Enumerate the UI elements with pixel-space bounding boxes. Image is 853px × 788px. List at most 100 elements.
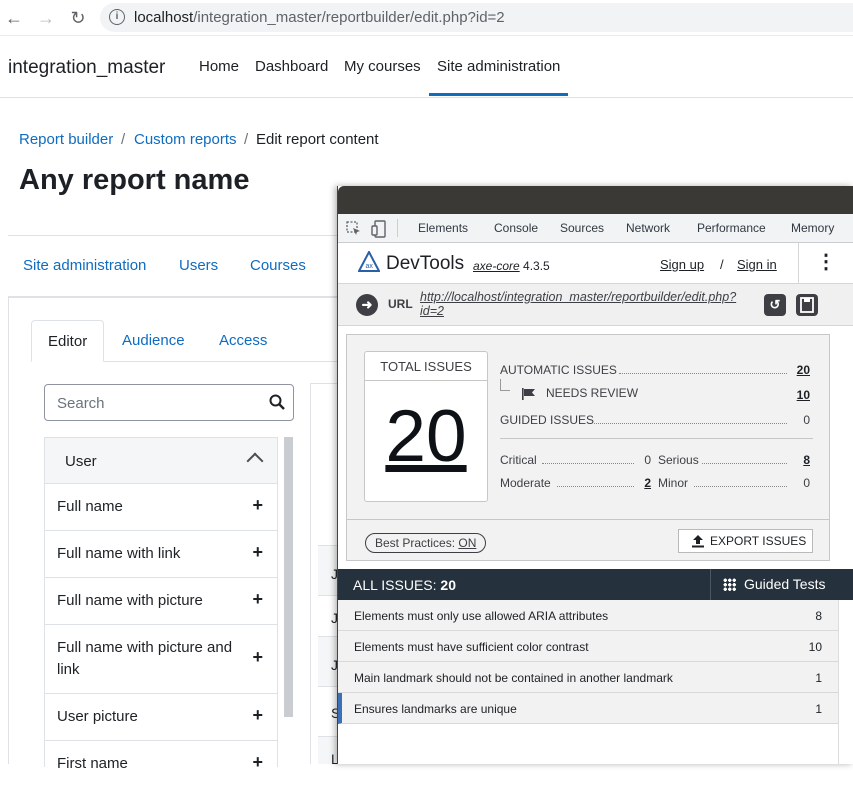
- plus-icon[interactable]: +: [252, 705, 263, 726]
- address-bar[interactable]: i localhost/integration_master/reportbui…: [100, 3, 853, 32]
- device-toolbar-icon[interactable]: [371, 220, 387, 238]
- save-icon[interactable]: [796, 294, 818, 316]
- total-issues-count[interactable]: 20: [365, 397, 487, 477]
- total-issues-box: TOTAL ISSUES 20: [364, 351, 488, 502]
- list-item[interactable]: User picture +: [45, 694, 277, 741]
- nav-home[interactable]: Home: [199, 58, 239, 75]
- devtab-sources[interactable]: Sources: [560, 221, 604, 235]
- devtab-performance[interactable]: Performance: [697, 221, 766, 235]
- search-placeholder: Search: [57, 395, 105, 412]
- list-item[interactable]: First name +: [45, 741, 277, 788]
- plus-icon[interactable]: +: [252, 589, 263, 610]
- guided-tests-button[interactable]: Guided Tests: [710, 569, 853, 600]
- sign-in-link[interactable]: Sign in: [737, 257, 777, 272]
- axe-engine[interactable]: axe-core: [473, 259, 520, 273]
- issue-row[interactable]: Elements must have sufficient color cont…: [338, 631, 838, 662]
- plus-icon[interactable]: +: [252, 542, 263, 563]
- needs-review-label: NEEDS REVIEW: [546, 386, 639, 400]
- breadcrumb-custom-reports[interactable]: Custom reports: [134, 131, 237, 148]
- group-header-user[interactable]: User: [45, 438, 277, 484]
- search-icon[interactable]: [269, 394, 285, 410]
- breadcrumb-separator: /: [244, 131, 249, 148]
- plus-icon[interactable]: +: [252, 752, 263, 773]
- devtab-console[interactable]: Console: [494, 221, 538, 235]
- export-issues-button[interactable]: EXPORT ISSUES: [678, 529, 813, 553]
- site-brand[interactable]: integration_master: [8, 57, 165, 79]
- serious-label: Serious: [658, 453, 699, 467]
- list-scrollbar[interactable]: [284, 437, 293, 717]
- scanned-url-link[interactable]: http://localhost/integration_master/repo…: [420, 290, 760, 318]
- secnav-users[interactable]: Users: [179, 257, 218, 274]
- report-cell: L: [318, 736, 339, 767]
- list-item[interactable]: Full name with link +: [45, 531, 277, 578]
- list-item[interactable]: Full name with picture and link +: [45, 625, 277, 694]
- kebab-icon: ⋮: [816, 251, 836, 273]
- issues-summary: TOTAL ISSUES 20 AUTOMATIC ISSUES 20 NEED…: [346, 334, 830, 561]
- tree-connector: [500, 379, 510, 391]
- moderate-count[interactable]: 2: [631, 476, 651, 490]
- back-arrow-icon[interactable]: ←: [2, 6, 26, 30]
- axe-version: 4.3.5: [523, 259, 550, 273]
- secnav-courses[interactable]: Courses: [250, 257, 306, 274]
- grid-icon: [723, 578, 736, 591]
- issue-name: Ensures landmarks are unique: [354, 702, 517, 716]
- issue-name: Main landmark should not be contained in…: [354, 671, 673, 685]
- secnav-site-administration[interactable]: Site administration: [23, 257, 146, 274]
- devtab-network[interactable]: Network: [626, 221, 670, 235]
- axe-logo-icon: ax: [358, 251, 380, 272]
- more-menu-button[interactable]: ⋮: [798, 243, 853, 284]
- breadcrumb-separator: /: [121, 131, 126, 148]
- rescan-icon[interactable]: ↺: [764, 294, 786, 316]
- best-practices-toggle[interactable]: Best Practices: ON: [365, 533, 487, 553]
- breadcrumb-report-builder[interactable]: Report builder: [19, 131, 113, 148]
- issue-row-selected[interactable]: Ensures landmarks are unique 1: [338, 693, 838, 724]
- nav-dashboard[interactable]: Dashboard: [255, 58, 328, 75]
- tab-access[interactable]: Access: [203, 320, 283, 362]
- chevron-up-icon[interactable]: [246, 452, 264, 470]
- needs-review-count[interactable]: 10: [790, 388, 810, 402]
- list-item[interactable]: Full name +: [45, 484, 277, 531]
- sign-up-link[interactable]: Sign up: [660, 257, 704, 272]
- item-label: Full name with picture and link: [57, 639, 233, 678]
- page-title: Any report name: [19, 164, 250, 196]
- serious-count[interactable]: 8: [790, 453, 810, 467]
- report-cell: J: [318, 595, 338, 636]
- issue-row[interactable]: Main landmark should not be contained in…: [338, 662, 838, 693]
- issue-count: 8: [815, 609, 822, 623]
- url-host: localhost: [134, 9, 194, 26]
- axe-title: DevTools: [386, 253, 465, 274]
- search-input[interactable]: Search: [44, 384, 294, 421]
- leader-dots: [557, 477, 634, 487]
- list-item[interactable]: Full name with picture +: [45, 578, 277, 625]
- flag-icon: [522, 388, 535, 400]
- devtab-elements[interactable]: Elements: [418, 221, 468, 235]
- reload-icon[interactable]: ↻: [66, 6, 90, 30]
- item-label: Full name: [57, 498, 123, 515]
- plus-icon[interactable]: +: [252, 495, 263, 516]
- best-practices-label: Best Practices:: [375, 536, 456, 550]
- item-label: Full name with picture: [57, 592, 203, 609]
- devtools-titlebar[interactable]: [338, 186, 853, 214]
- plus-icon[interactable]: +: [252, 647, 263, 668]
- inspect-element-icon[interactable]: [346, 221, 362, 237]
- devtab-memory[interactable]: Memory: [791, 221, 834, 235]
- guided-issues-label: GUIDED ISSUES: [500, 413, 595, 427]
- automatic-issues-count[interactable]: 20: [790, 363, 810, 377]
- upload-icon: [692, 535, 704, 548]
- devtools-scrollbar[interactable]: [838, 600, 853, 764]
- tab-audience[interactable]: Audience: [106, 320, 201, 362]
- nav-site-administration[interactable]: Site administration: [437, 58, 560, 75]
- leader-dots: [594, 414, 787, 424]
- item-label: Full name with link: [57, 545, 181, 562]
- issue-row[interactable]: Elements must only use allowed ARIA attr…: [338, 600, 838, 631]
- forward-arrow-icon[interactable]: →: [34, 6, 58, 30]
- tab-editor[interactable]: Editor: [31, 320, 105, 362]
- all-issues-bar: ALL ISSUES: 20 Guided Tests: [338, 569, 853, 600]
- info-icon[interactable]: i: [109, 9, 125, 25]
- svg-text:ax: ax: [366, 263, 374, 270]
- summary-footer: Best Practices: ON EXPORT ISSUES: [347, 519, 829, 561]
- url-path: /integration_master/reportbuilder/edit.p…: [193, 9, 505, 26]
- moderate-label: Moderate: [500, 476, 551, 490]
- nav-my-courses[interactable]: My courses: [344, 58, 421, 75]
- back-circle-icon[interactable]: ➜: [356, 294, 378, 316]
